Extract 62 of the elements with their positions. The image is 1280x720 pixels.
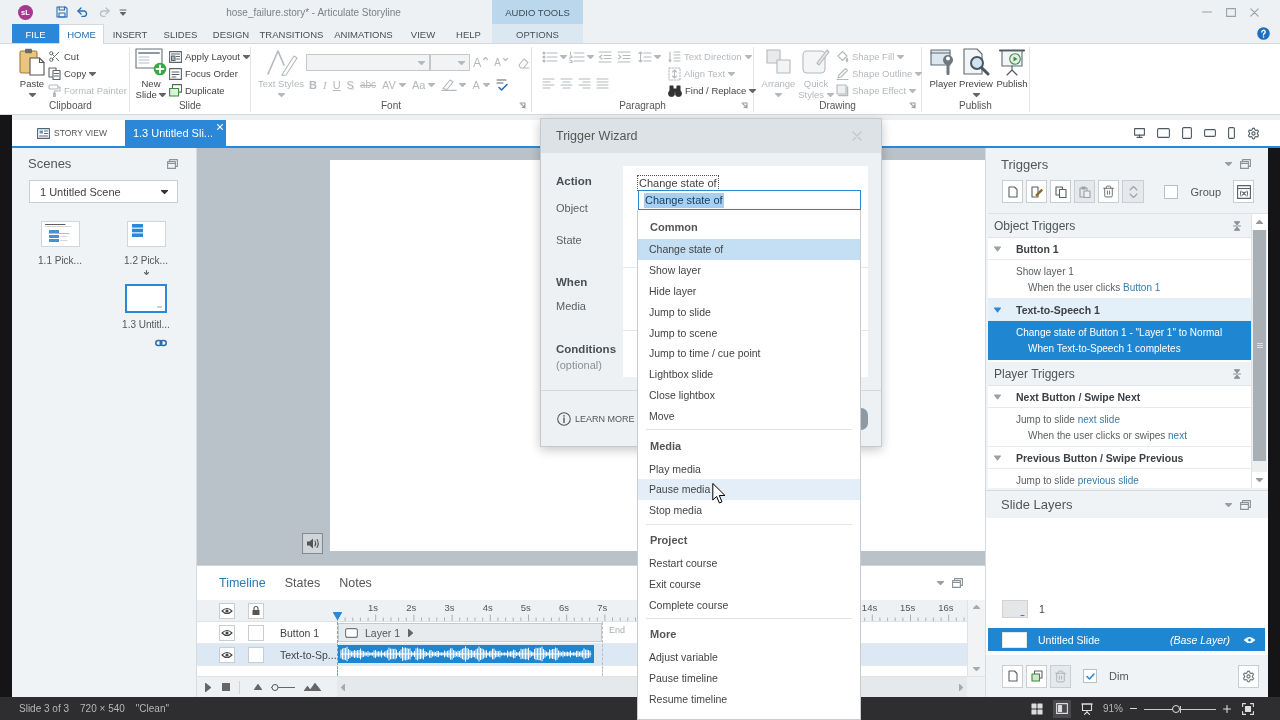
trigger-object-name: Text-to-Speech 1 (1016, 303, 1100, 316)
slide-thumbnail-label: 1.3 Untitl... (122, 318, 170, 331)
trigger-condition: When Text-to-Speech 1 completes (1028, 342, 1181, 356)
section-title: Player Triggers (994, 366, 1075, 381)
time-label: 2s (405, 602, 418, 613)
menu-group-header: More (650, 628, 677, 641)
layer-name: 1 (1039, 603, 1045, 615)
time-label: 5s (519, 602, 532, 613)
checkbox-label: Group (1190, 185, 1221, 198)
trigger-action: Jump to slide next slide (1016, 413, 1120, 427)
trigger-condition: When the user clicks Button 1 (1028, 281, 1161, 295)
ribbon-group-label: Drawing (819, 99, 856, 111)
time-label: 3s (443, 602, 456, 613)
field-label: Media (556, 299, 586, 314)
time-label: 15s (899, 602, 917, 613)
dialog-title: Trigger Wizard (556, 129, 638, 143)
field-label: State (556, 233, 582, 248)
menu-group-header: Media (650, 439, 682, 452)
time-label: 4s (481, 602, 494, 613)
field-label: Object (556, 201, 588, 216)
menu-group-header: Common (650, 220, 698, 233)
ribbon-group-label: Slide (178, 99, 202, 111)
contextual-tab-header: AUDIO TOOLS (492, 0, 583, 24)
menu-group-header: Project (650, 534, 688, 547)
trigger-action: Show layer 1 (1016, 265, 1074, 279)
slide-thumbnail-label: 1.2 Pick... (124, 254, 168, 267)
section-heading: When (556, 275, 588, 290)
trigger-action: Jump to slide previous slide (1016, 474, 1139, 488)
checkbox-label: Dim (1109, 670, 1129, 682)
ribbon-group-label: Paragraph (619, 99, 666, 111)
zoom-reading: 91% (1103, 703, 1123, 714)
slide-thumbnail-label: 1.1 Pick... (38, 254, 82, 267)
ribbon-group-label: Publish (959, 99, 992, 111)
layer-note: (Base Layer) (1169, 633, 1230, 646)
section-heading: Action (556, 174, 592, 189)
panel-title: Triggers (1001, 156, 1049, 172)
trigger-object-name: Next Button / Swipe Next (1016, 390, 1141, 403)
timeline-row-name: Text-to-Sp... (280, 648, 337, 661)
time-label: 7s (596, 602, 609, 613)
ribbon-group-label: Clipboard (49, 99, 92, 111)
layer-name: Untitled Slide (1038, 633, 1100, 646)
time-label: 14s (860, 602, 879, 613)
panel-title: Scenes (28, 156, 72, 171)
window-title: hose_failure.story* - Articulate Storyline (226, 6, 401, 18)
timeline-row-name: Button 1 (280, 626, 320, 639)
time-label: 16s (937, 602, 955, 613)
field-value: Change state of (644, 192, 724, 208)
trigger-object-name: Previous Button / Swipe Previous (1016, 451, 1184, 464)
field-note: (optional) (556, 358, 602, 373)
section-heading: Conditions (556, 342, 617, 357)
trigger-condition: When the user clicks or swipes next (1028, 429, 1187, 443)
time-label: 6s (558, 602, 571, 613)
panel-title: Slide Layers (1001, 497, 1073, 512)
time-label: 1s (367, 602, 380, 613)
status-text: Slide 3 of 3 (19, 703, 70, 714)
status-text: "Clean" (135, 703, 170, 714)
section-title: Object Triggers (994, 218, 1076, 233)
ribbon-group-label: Font (381, 99, 401, 111)
end-marker-label: End (609, 625, 625, 635)
trigger-object-name: Button 1 (1016, 242, 1059, 255)
status-text: 720 × 540 (80, 703, 125, 714)
trigger-action: Change state of Button 1 - "Layer 1" to Normal (1016, 326, 1223, 340)
